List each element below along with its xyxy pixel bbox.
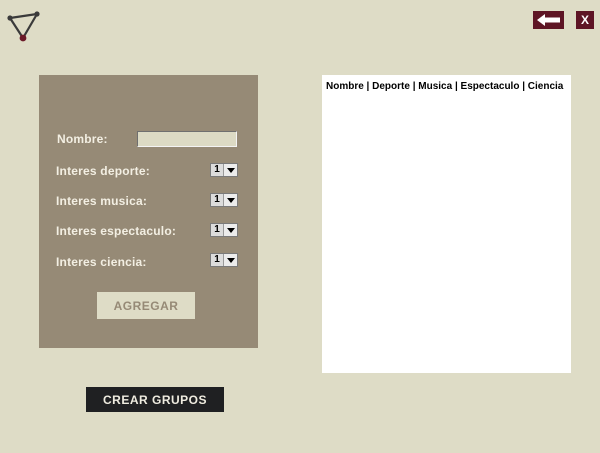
interest-show-select[interactable]: 1 bbox=[210, 223, 238, 237]
interest-show-value: 1 bbox=[211, 224, 224, 236]
interest-music-value: 1 bbox=[211, 194, 224, 206]
chevron-down-icon bbox=[224, 254, 237, 266]
interest-show-label: Interes espectaculo: bbox=[56, 224, 177, 238]
close-button[interactable]: X bbox=[576, 11, 594, 29]
interest-sport-value: 1 bbox=[211, 164, 224, 176]
interest-science-select[interactable]: 1 bbox=[210, 253, 238, 267]
interest-music-label: Interes musica: bbox=[56, 194, 148, 208]
add-button[interactable]: AGREGAR bbox=[97, 292, 195, 319]
participants-list: Nombre | Deporte | Musica | Espectaculo … bbox=[322, 75, 571, 373]
chevron-down-icon bbox=[224, 164, 237, 176]
back-button[interactable] bbox=[533, 11, 564, 29]
arrow-left-icon bbox=[536, 14, 560, 26]
interest-music-select[interactable]: 1 bbox=[210, 193, 238, 207]
close-icon: X bbox=[580, 13, 589, 27]
chevron-down-icon bbox=[224, 194, 237, 206]
interest-sport-select[interactable]: 1 bbox=[210, 163, 238, 177]
interest-science-value: 1 bbox=[211, 254, 224, 266]
interest-science-label: Interes ciencia: bbox=[56, 255, 147, 269]
name-label: Nombre: bbox=[57, 132, 108, 146]
name-input[interactable] bbox=[137, 131, 237, 147]
interest-sport-label: Interes deporte: bbox=[56, 164, 150, 178]
participant-form: Nombre: Interes deporte: 1 Interes music… bbox=[39, 75, 258, 348]
triangle-graph-icon bbox=[7, 11, 40, 42]
create-groups-button[interactable]: CREAR GRUPOS bbox=[86, 387, 224, 412]
list-header: Nombre | Deporte | Musica | Espectaculo … bbox=[326, 81, 564, 92]
chevron-down-icon bbox=[224, 224, 237, 236]
